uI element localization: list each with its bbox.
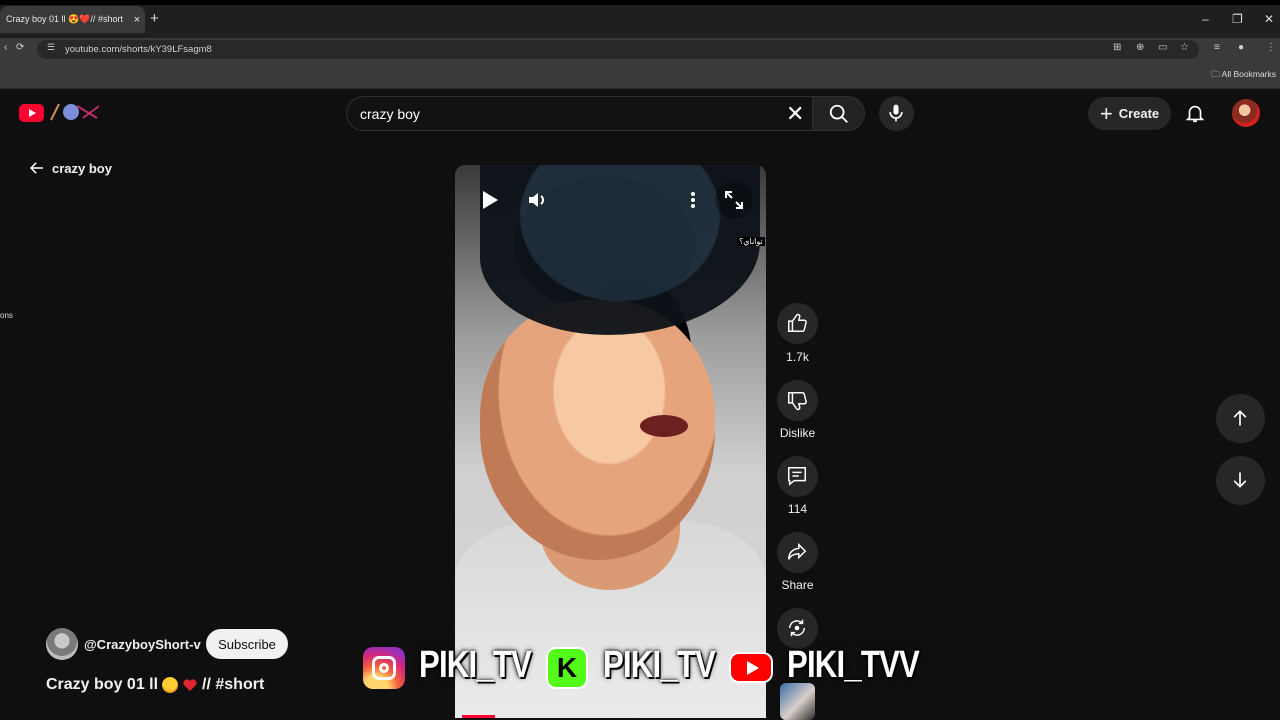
bookmark-star-icon[interactable]: ☆	[1180, 42, 1189, 53]
menu-dots-icon[interactable]: ⋮	[1266, 42, 1276, 53]
search-icon	[829, 104, 848, 123]
browser-tab-active[interactable]: Crazy boy 01 ll 😍❤️// #short ×	[0, 6, 145, 33]
cast-icon[interactable]: ▭	[1158, 42, 1167, 53]
site-info-icon[interactable]: ☰	[47, 42, 55, 53]
tab-close-icon[interactable]: ×	[129, 14, 145, 26]
dislike-button[interactable]	[777, 380, 818, 421]
share-icon	[788, 542, 807, 560]
comment-count: 114	[787, 502, 808, 516]
watermark-instagram-text: PIKI_TV	[419, 644, 532, 686]
like-count: 1.7k	[786, 350, 809, 364]
profile-icon[interactable]: ●	[1238, 42, 1244, 53]
remix-button[interactable]	[777, 608, 818, 649]
short-title: Crazy boy 01 ll // #short	[46, 676, 264, 694]
back-label: crazy boy	[52, 160, 112, 176]
subscribe-button[interactable]: Subscribe	[206, 629, 288, 659]
play-icon[interactable]	[480, 189, 500, 211]
kick-icon: K	[546, 647, 588, 689]
star-eyes-emoji-icon	[162, 677, 179, 693]
more-options-icon[interactable]	[688, 191, 698, 209]
mic-icon	[889, 104, 903, 122]
short-title-hashtag: // #short	[202, 676, 265, 693]
new-tab-button[interactable]: +	[150, 10, 159, 27]
video-frame-mouth	[640, 415, 688, 437]
back-arrow-icon[interactable]: ‹	[4, 42, 7, 53]
remix-icon	[788, 619, 806, 637]
minimize-button[interactable]: –	[1202, 12, 1209, 26]
plus-icon: +	[1099, 100, 1113, 126]
create-label: Create	[1118, 106, 1160, 121]
translate-icon[interactable]: ⊞	[1113, 42, 1121, 53]
maximize-button[interactable]: ❐	[1232, 12, 1243, 26]
youtube-logo[interactable]	[19, 104, 44, 122]
logo-doodle	[50, 103, 100, 121]
video-progress-bar[interactable]	[462, 715, 495, 718]
arrow-down-icon	[1233, 472, 1247, 488]
clear-search-icon[interactable]: ✕	[786, 101, 804, 127]
watermark-kick-text: PIKI_TV	[603, 644, 716, 686]
account-avatar[interactable]	[1232, 99, 1260, 127]
back-to-search-button[interactable]: crazy boy	[28, 159, 112, 177]
close-window-button[interactable]: ✕	[1264, 12, 1274, 26]
folder-icon: 🗀	[1211, 69, 1222, 79]
address-url[interactable]: youtube.com/shorts/kY39LFsagm8	[65, 44, 212, 55]
voice-search-button[interactable]	[879, 96, 914, 131]
thumbs-down-icon	[788, 392, 807, 411]
red-heart-emoji-icon	[183, 679, 197, 691]
search-button[interactable]	[812, 96, 865, 131]
thumbs-up-icon	[788, 313, 807, 332]
kick-letter: K	[556, 652, 578, 683]
tab-title: Crazy boy 01 ll 😍❤️// #short	[6, 14, 123, 24]
volume-icon[interactable]	[527, 190, 547, 210]
previous-short-button[interactable]	[1216, 394, 1265, 443]
next-short-button[interactable]	[1216, 456, 1265, 505]
zoom-icon[interactable]: ⊕	[1136, 42, 1144, 53]
sidebar-partial-text: ons	[0, 311, 13, 320]
back-arrow-icon	[29, 162, 43, 174]
create-button[interactable]: + Create	[1088, 97, 1171, 130]
dislike-label: Dislike	[779, 426, 816, 440]
search-input[interactable]: crazy boy	[360, 106, 420, 122]
fullscreen-button[interactable]	[715, 181, 753, 219]
bookmarks-bar	[0, 62, 1280, 89]
media-controls-icon[interactable]: ≡	[1214, 42, 1220, 53]
comment-icon	[788, 467, 806, 486]
notifications-bell-icon[interactable]	[1184, 102, 1206, 124]
sound-thumbnail[interactable]	[780, 683, 815, 720]
expand-icon	[725, 191, 743, 209]
watermark-youtube-text: PIKI_TVV	[787, 644, 920, 686]
share-button[interactable]	[777, 532, 818, 573]
channel-avatar[interactable]	[46, 628, 78, 660]
youtube-icon	[729, 652, 773, 683]
short-title-text: Crazy boy 01 ll	[46, 676, 159, 693]
comments-button[interactable]	[777, 456, 818, 497]
channel-handle[interactable]: @CrazyboyShort-v	[84, 637, 201, 652]
reload-icon[interactable]: ⟳	[16, 42, 24, 53]
share-label: Share	[781, 578, 814, 592]
arrow-up-icon	[1233, 410, 1247, 426]
instagram-icon	[363, 647, 405, 689]
like-button[interactable]	[777, 303, 818, 344]
browser-tab-strip	[0, 0, 1280, 38]
all-bookmarks-label: All Bookmarks	[1221, 69, 1276, 79]
video-overlay-text: تواناي؟	[737, 237, 765, 246]
all-bookmarks-button[interactable]: 🗀 All Bookmarks	[1211, 69, 1276, 83]
